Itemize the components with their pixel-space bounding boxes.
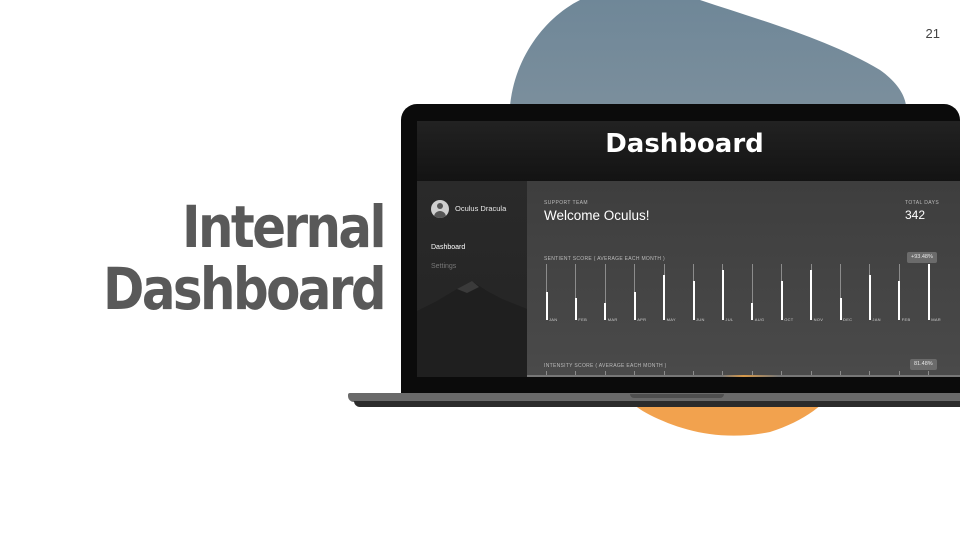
month-label: MAR xyxy=(607,317,618,322)
slide-headline: Internal Dashboard xyxy=(88,193,387,323)
chart-divider xyxy=(527,375,960,377)
month-label: AUG xyxy=(754,317,765,322)
laptop-notch xyxy=(630,394,724,398)
bar-may-4 xyxy=(663,275,666,320)
sentient-bar-chart: JAN FEB MAR APR MAY JUN JUL AUG OCT NOV DEC JAN FEB M… xyxy=(527,181,960,377)
sidebar-item-settings[interactable]: Settings xyxy=(431,263,456,270)
month-label: DEC xyxy=(843,317,853,322)
bar-dec-10 xyxy=(839,298,842,320)
bar-nov-9 xyxy=(810,270,813,320)
bar-jan-0 xyxy=(545,292,548,320)
bar-mar-13 xyxy=(927,264,930,320)
bar-aug-7 xyxy=(751,303,754,320)
month-label: OCT xyxy=(784,317,794,322)
month-label: APR xyxy=(637,317,647,322)
app-header-title: Dashboard xyxy=(605,129,764,159)
month-label: FEB xyxy=(578,317,588,322)
bar-mar-2 xyxy=(604,303,607,320)
app-header: Dashboard xyxy=(417,121,960,181)
bar-jan-11 xyxy=(868,275,871,320)
app-main: SUPPORT TEAM Welcome Oculus! TOTAL DAYS … xyxy=(527,181,960,377)
laptop-base-shadow xyxy=(354,401,960,407)
month-label: JUL xyxy=(725,317,734,322)
month-label: FEB xyxy=(901,317,911,322)
bar-feb-12 xyxy=(898,281,901,320)
month-label: MAY xyxy=(666,317,676,322)
user-name[interactable]: Oculus Dracula xyxy=(455,204,506,213)
app-sidebar: Oculus Dracula Dashboard Settings xyxy=(417,181,527,377)
headline-line-2: Dashboard xyxy=(103,255,387,323)
mountain-image xyxy=(417,281,527,377)
sidebar-item-dashboard[interactable]: Dashboard xyxy=(431,244,465,251)
month-label: JUN xyxy=(696,317,705,322)
month-label: JAN xyxy=(549,317,558,322)
month-label: NOV xyxy=(813,317,824,322)
slide-number: 21 xyxy=(925,26,940,41)
user-avatar-icon[interactable] xyxy=(431,200,449,218)
bar-jul-6 xyxy=(721,270,724,320)
bar-apr-3 xyxy=(633,292,636,320)
bar-jun-5 xyxy=(692,281,695,320)
laptop-screen: Dashboard Oculus Dracula Dashboard Setti… xyxy=(417,121,960,377)
bar-feb-1 xyxy=(574,298,577,320)
month-label: MAR xyxy=(931,317,941,322)
month-label: JAN xyxy=(872,317,881,322)
headline-line-1: Internal xyxy=(182,193,387,261)
bar-oct-8 xyxy=(780,281,783,320)
